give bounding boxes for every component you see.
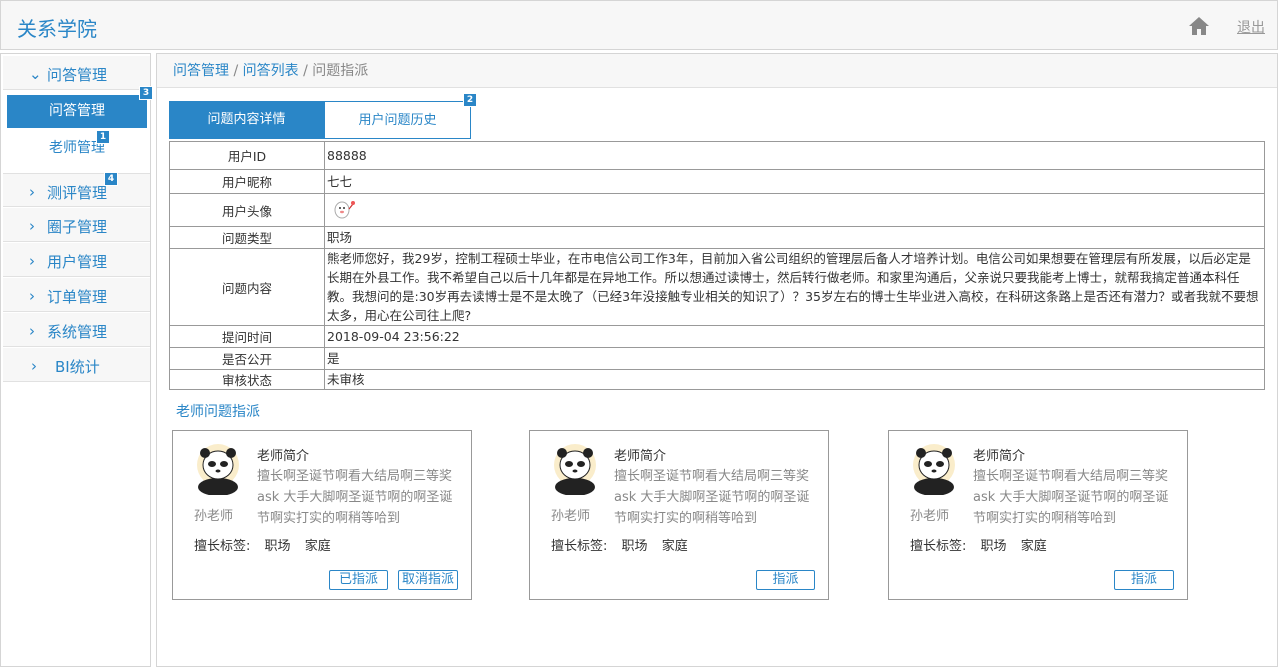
table-row: 问题内容 熊老师您好，我29岁，控制工程硕士毕业，在市电信公司工作3年，目前加入… [169,248,1265,326]
sidebar-group-label: 问答管理 [47,66,108,84]
chevron-right-icon: › [29,183,35,201]
teacher-intro: 擅长啊圣诞节啊看大结局啊三等奖ask 大手大脚啊圣诞节啊的啊圣诞节啊实打实的啊稍… [614,469,810,526]
sidebar-group-label: BI统计 [55,358,100,376]
sidebar: ⌄ 问答管理 问答管理 3 老师管理 1 › 测评管理 4 › 圈子管理 › 用… [0,53,153,667]
teacher-name: 孙老师 [194,509,234,524]
detail-key: 问题类型 [169,226,325,249]
detail-value: 熊老师您好，我29岁，控制工程硕士毕业，在市电信公司工作3年，目前加入省公司组织… [324,248,1265,326]
tags-label: 擅长标签: [551,539,608,554]
chevron-right-icon: › [29,322,35,340]
tag: 家庭 [661,539,688,554]
intro-title: 老师简介 [973,449,1026,464]
chevron-right-icon: › [29,252,35,270]
teacher-card: 孙老师 老师简介 擅长啊圣诞节啊看大结局啊三等奖ask 大手大脚啊圣诞节啊的啊圣… [888,430,1188,600]
annotation-badge: 1 [96,130,110,144]
tab-question-detail[interactable]: 问题内容详情 [169,101,324,139]
annotation-badge: 3 [139,86,153,100]
sidebar-group-label: 订单管理 [47,288,108,306]
sidebar-group-assessment[interactable]: › 测评管理 [3,173,150,207]
breadcrumb: 问答管理 / 问答列表 / 问题指派 [157,54,1277,88]
detail-key: 提问时间 [169,325,325,348]
detail-key: 用户昵称 [169,169,325,194]
table-row: 用户ID 88888 [169,141,1265,170]
detail-value: 七七 [324,169,1265,194]
sidebar-group-qa[interactable]: ⌄ 问答管理 [3,56,150,90]
tag: 职场 [621,539,648,554]
sidebar-group-label: 测评管理 [47,184,108,202]
teacher-intro: 擅长啊圣诞节啊看大结局啊三等奖ask 大手大脚啊圣诞节啊的啊圣诞节啊实打实的啊稍… [973,469,1169,526]
table-row: 审核状态 未审核 [169,369,1265,390]
top-header: 关系学院 退出 [0,0,1278,50]
table-row: 用户昵称 七七 [169,169,1265,194]
detail-key: 是否公开 [169,347,325,370]
app-title: 关系学院 [17,17,97,41]
detail-value: 职场 [324,226,1265,249]
chevron-right-icon: › [29,287,35,305]
chevron-down-icon: ⌄ [29,65,42,83]
assigned-button[interactable]: 已指派 [329,570,388,590]
teacher-avatar-icon [913,444,955,495]
table-row: 问题类型 职场 [169,226,1265,249]
tag: 家庭 [1020,539,1047,554]
detail-value: 88888 [324,141,1265,170]
chevron-right-icon: › [31,357,37,375]
sidebar-group-label: 圈子管理 [47,218,108,236]
tag: 职场 [264,539,291,554]
breadcrumb-list[interactable]: 问答列表 [243,63,299,79]
detail-key: 用户头像 [169,193,325,227]
detail-key: 问题内容 [169,248,325,326]
teacher-tags: 擅长标签: 职场 家庭 [910,535,1057,554]
teacher-name: 孙老师 [910,509,950,524]
assign-button[interactable]: 指派 [756,570,815,590]
teacher-avatar-icon [554,444,596,495]
tags-label: 擅长标签: [194,539,251,554]
detail-key: 用户ID [169,141,325,170]
home-icon[interactable] [1188,16,1210,36]
table-row: 用户头像 [169,193,1265,227]
sidebar-group-users[interactable]: › 用户管理 [3,243,150,277]
tab-user-history[interactable]: 用户问题历史 [324,101,471,139]
logout-link[interactable]: 退出 [1237,17,1265,37]
detail-value: 2018-09-04 23:56:22 [324,325,1265,348]
teacher-name: 孙老师 [551,509,591,524]
intro-title: 老师简介 [614,449,667,464]
table-row: 是否公开 是 [169,347,1265,370]
tag: 职场 [980,539,1007,554]
breadcrumb-sep: / [229,63,243,79]
breadcrumb-current: 问题指派 [312,63,369,79]
sidebar-item-qa[interactable]: 问答管理 [7,95,147,128]
sidebar-group-orders[interactable]: › 订单管理 [3,278,150,312]
annotation-badge: 2 [463,93,477,107]
breadcrumb-qa[interactable]: 问答管理 [173,63,229,79]
chevron-right-icon: › [29,217,35,235]
detail-value: 是 [324,347,1265,370]
detail-value: 未审核 [324,369,1265,390]
sidebar-item-teachers[interactable]: 老师管理 [7,132,147,165]
sidebar-group-bi[interactable]: › BI统计 [3,348,150,382]
teacher-avatar-icon [197,444,239,495]
teacher-card: 孙老师 老师简介 擅长啊圣诞节啊看大结局啊三等奖ask 大手大脚啊圣诞节啊的啊圣… [529,430,829,600]
sidebar-group-system[interactable]: › 系统管理 [3,313,150,347]
teacher-card: 孙老师 老师简介 擅长啊圣诞节啊看大结局啊三等奖ask 大手大脚啊圣诞节啊的啊圣… [172,430,472,600]
breadcrumb-sep: / [298,63,313,79]
cancel-assign-button[interactable]: 取消指派 [398,570,458,590]
tags-label: 擅长标签: [910,539,967,554]
user-avatar-icon [334,201,355,219]
detail-value [324,193,1265,227]
detail-key: 审核状态 [169,369,325,390]
sidebar-group-label: 系统管理 [47,323,108,341]
assign-button[interactable]: 指派 [1114,570,1174,590]
table-row: 提问时间 2018-09-04 23:56:22 [169,325,1265,348]
teacher-intro: 擅长啊圣诞节啊看大结局啊三等奖ask 大手大脚啊圣诞节啊的啊圣诞节啊实打实的啊稍… [257,469,453,526]
intro-title: 老师简介 [257,449,310,464]
assign-section-title: 老师问题指派 [176,404,260,420]
teacher-tags: 擅长标签: 职场 家庭 [194,535,341,554]
question-detail-table: 用户ID 88888 用户昵称 七七 用户头像 问题类型 职场 问题内容 熊老师… [169,141,1265,390]
teacher-tags: 擅长标签: 职场 家庭 [551,535,698,554]
tag: 家庭 [304,539,331,554]
sidebar-group-circles[interactable]: › 圈子管理 [3,208,150,242]
sidebar-group-label: 用户管理 [47,253,108,271]
annotation-badge: 4 [104,172,118,186]
